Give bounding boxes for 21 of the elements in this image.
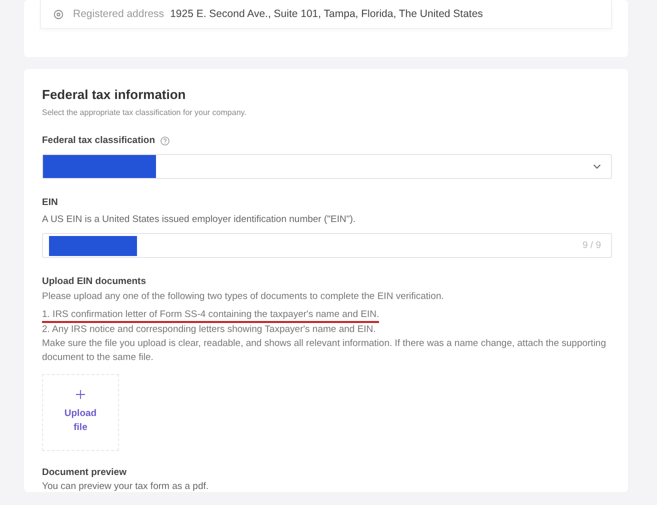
field-label: Document preview: [42, 467, 128, 478]
field-label: Federal tax classification: [42, 135, 155, 146]
character-counter: 9 / 9: [582, 240, 601, 251]
upload-button[interactable]: Upload file: [42, 374, 119, 451]
plus-icon: [76, 390, 85, 399]
instruction-text: 1. IRS confirmation letter of Form SS-4 containing the taxpayer's name and EIN.: [42, 308, 380, 323]
address-label: Registered address: [73, 8, 164, 20]
field-description: You can preview your tax form as a pdf.: [42, 481, 210, 492]
help-icon[interactable]: [160, 136, 170, 146]
instruction-text: 2. Any IRS notice and corresponding letters showing Taxpayer's name and EIN.: [42, 323, 377, 337]
section-title: Federal tax information: [42, 87, 187, 102]
address-value: 1925 E. Second Ave., Suite 101, Tampa, Florida, The United States: [170, 8, 483, 20]
field-label: Upload EIN documents: [42, 276, 147, 287]
chevron-down-icon: [593, 164, 601, 169]
location-pin-icon: [53, 8, 64, 20]
field-label: EIN: [42, 197, 59, 208]
section-subtitle: Select the appropriate tax classification for your company.: [42, 108, 248, 117]
classification-dropdown[interactable]: [42, 154, 612, 179]
instruction-text: Please upload any one of the following two types of documents to complete the EIN verification.: [42, 290, 445, 304]
instruction-text: Make sure the file you upload is clear, readable, and shows all relevant information. If there was a name change, attach the supporting document to the same file.: [42, 337, 607, 365]
field-description: A US EIN is a United States issued employer identification number ("EIN").: [42, 214, 357, 225]
